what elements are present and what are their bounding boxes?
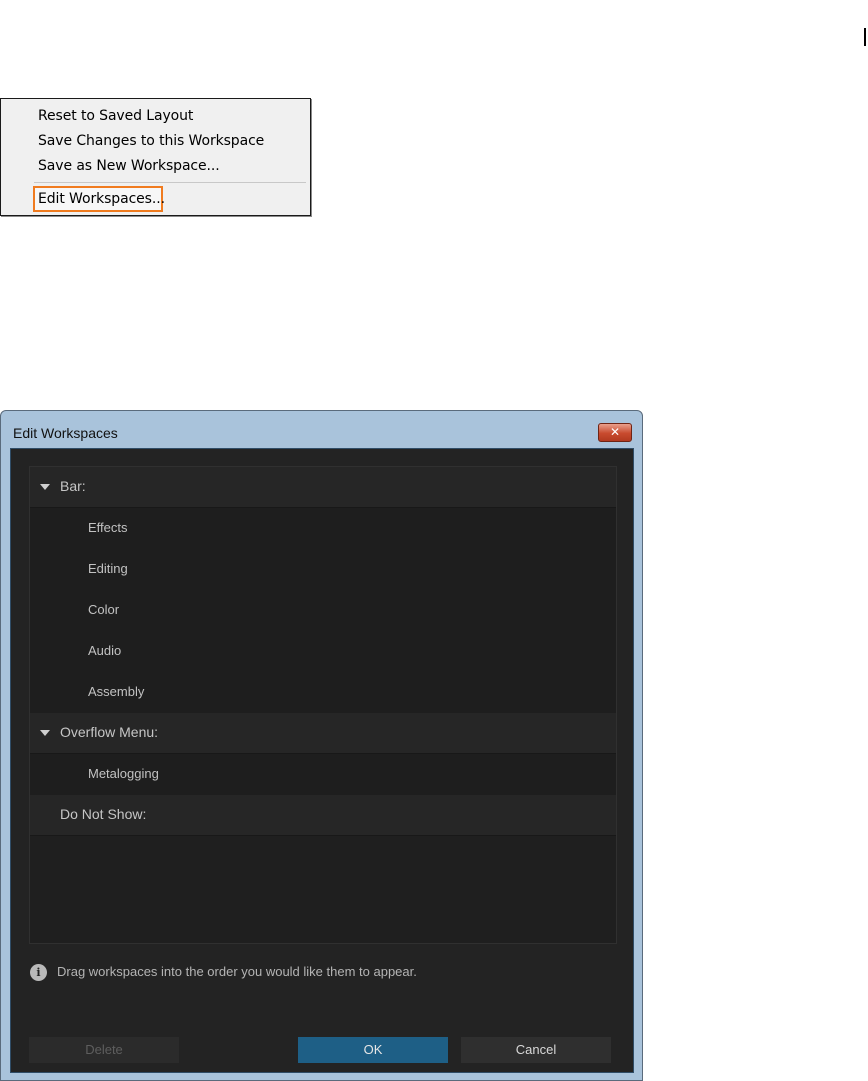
list-item[interactable]: Effects: [30, 508, 616, 549]
menu-item-save-new-workspace[interactable]: Save as New Workspace...: [38, 158, 220, 174]
close-icon[interactable]: ✕: [598, 423, 632, 442]
dialog-title: Edit Workspaces: [13, 425, 118, 441]
menu-item-edit-workspaces[interactable]: Edit Workspaces...: [38, 191, 165, 207]
window-edge-line: [864, 28, 866, 46]
dialog-title-bar[interactable]: Edit Workspaces ✕: [1, 411, 642, 449]
group-row-overflow-menu[interactable]: Overflow Menu:: [30, 713, 616, 754]
workspace-label: Metalogging: [88, 766, 159, 781]
menu-item-save-changes[interactable]: Save Changes to this Workspace: [38, 133, 264, 149]
list-item[interactable]: Color: [30, 590, 616, 631]
ok-button[interactable]: OK: [298, 1037, 448, 1063]
group-label: Bar:: [60, 478, 86, 494]
group-label: Overflow Menu:: [60, 724, 159, 740]
group-row-do-not-show[interactable]: Do Not Show:: [30, 795, 616, 836]
dialog-body: Bar: Effects Editing Color Audio Assembl…: [10, 448, 634, 1073]
group-row-bar[interactable]: Bar:: [30, 467, 616, 508]
cancel-button[interactable]: Cancel: [461, 1037, 611, 1063]
menu-item-reset-layout[interactable]: Reset to Saved Layout: [38, 108, 193, 124]
workspace-list: Bar: Effects Editing Color Audio Assembl…: [29, 466, 617, 944]
list-item[interactable]: Assembly: [30, 672, 616, 713]
info-icon: i: [30, 964, 47, 981]
list-item[interactable]: Audio: [30, 631, 616, 672]
workspace-label: Editing: [88, 561, 128, 576]
group-label: Do Not Show:: [60, 806, 147, 822]
workspace-label: Effects: [88, 520, 128, 535]
menu-separator: [34, 182, 306, 183]
expand-triangle-icon[interactable]: [40, 730, 50, 736]
workspace-label: Color: [88, 602, 120, 617]
workspace-label: Audio: [88, 643, 122, 658]
list-item[interactable]: Editing: [30, 549, 616, 590]
edit-workspaces-dialog: Edit Workspaces ✕ Bar: Effects Editing C…: [0, 410, 643, 1081]
workspace-label: Assembly: [88, 684, 145, 699]
info-text: Drag workspaces into the order you would…: [57, 964, 417, 979]
list-item[interactable]: Metalogging: [30, 754, 616, 795]
delete-button[interactable]: Delete: [29, 1037, 179, 1063]
expand-triangle-icon[interactable]: [40, 484, 50, 490]
workspace-context-menu: Reset to Saved Layout Save Changes to th…: [0, 98, 311, 216]
